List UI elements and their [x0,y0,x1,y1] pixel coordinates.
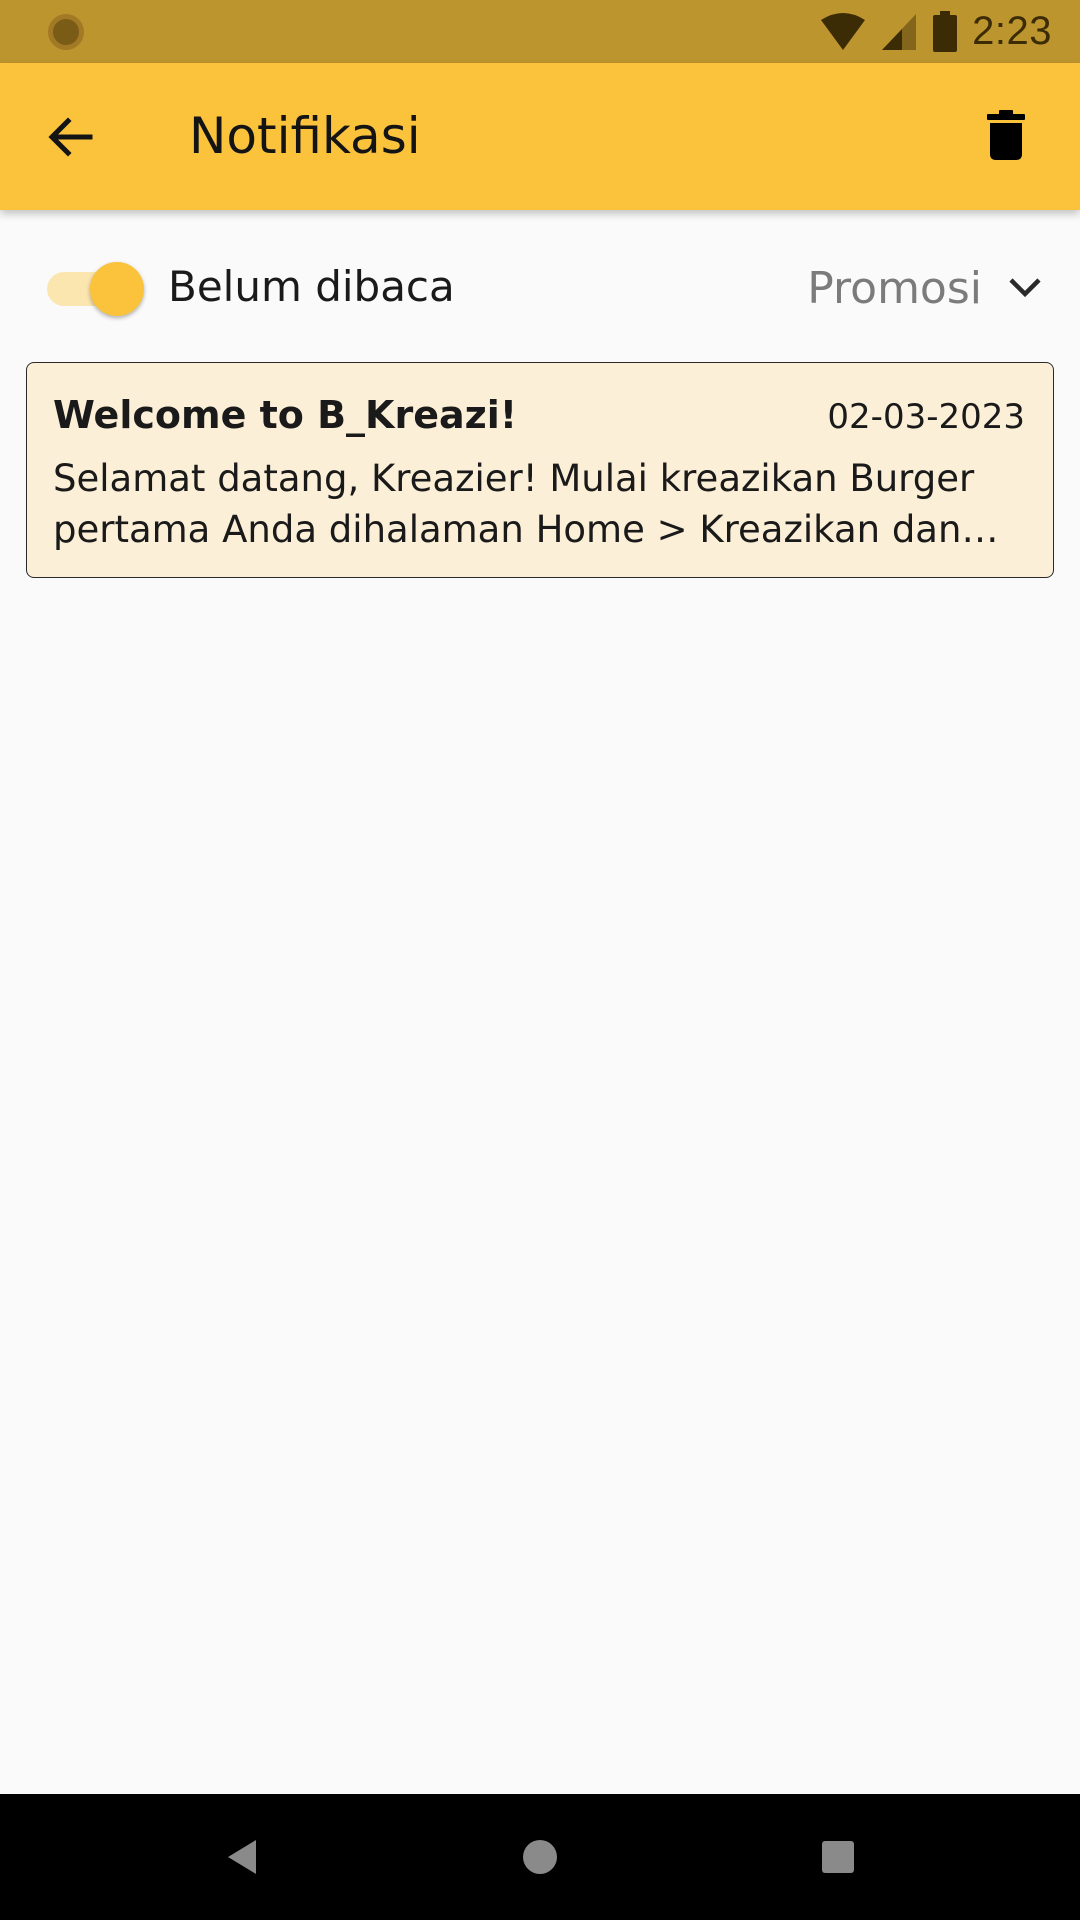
recents-square-icon [822,1841,854,1873]
home-circle-icon [523,1840,557,1874]
unread-toggle[interactable] [47,262,144,316]
status-time: 2:23 [972,9,1052,53]
arrow-back-icon [48,117,93,157]
cellular-signal-icon [882,13,917,50]
status-bar: 2:23 [0,0,1080,63]
app-bar: Notifikasi [0,63,1080,210]
delete-all-button[interactable] [974,103,1038,167]
back-triangle-icon [228,1840,256,1874]
nav-back-button[interactable] [212,1827,272,1887]
battery-icon [933,10,958,52]
category-selected: Promosi [807,262,982,314]
notification-dot-icon [48,13,84,50]
notification-title: Welcome to B_Kreazi! [53,393,518,437]
category-dropdown[interactable]: Promosi [807,258,1042,318]
chevron-down-icon [1009,278,1041,298]
page-title: Notifikasi [189,107,421,165]
notification-screen: 2:23 Notifikasi Belum dibaca Promosi Wel… [0,0,1080,1920]
system-nav-bar [0,1794,1080,1920]
wifi-icon [821,12,866,50]
unread-toggle-label: Belum dibaca [168,262,455,311]
back-button[interactable] [42,109,98,165]
toggle-thumb [90,262,144,316]
nav-home-button[interactable] [510,1827,570,1887]
notification-card[interactable]: Welcome to B_Kreazi! 02-03-2023 Selamat … [26,362,1054,578]
notification-date: 02-03-2023 [827,397,1025,437]
trash-icon [987,110,1025,160]
nav-recents-button[interactable] [808,1827,868,1887]
filter-row: Belum dibaca Promosi [0,240,1080,336]
notification-body: Selamat datang, Kreazier! Mulai kreazika… [53,457,975,551]
